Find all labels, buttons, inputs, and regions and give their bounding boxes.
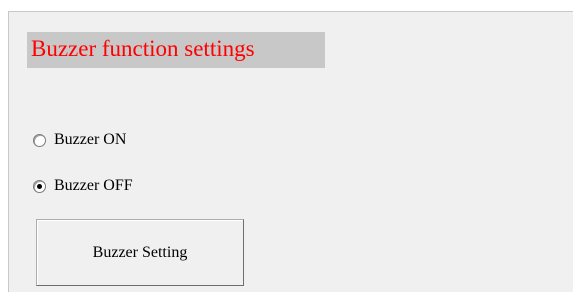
radio-selected-icon[interactable] — [33, 179, 46, 193]
buzzer-setting-button[interactable]: Buzzer Setting — [36, 219, 244, 286]
radio-label-buzzer-on[interactable]: Buzzer ON — [54, 131, 126, 149]
radio-label-buzzer-off[interactable]: Buzzer OFF — [54, 177, 133, 195]
section-title: Buzzer function settings — [27, 32, 325, 68]
radio-dot-icon — [37, 183, 42, 189]
radio-circle-icon[interactable] — [33, 133, 46, 147]
radio-buzzer-on[interactable]: Buzzer ON — [33, 130, 126, 150]
radio-buzzer-off[interactable]: Buzzer OFF — [33, 176, 133, 196]
